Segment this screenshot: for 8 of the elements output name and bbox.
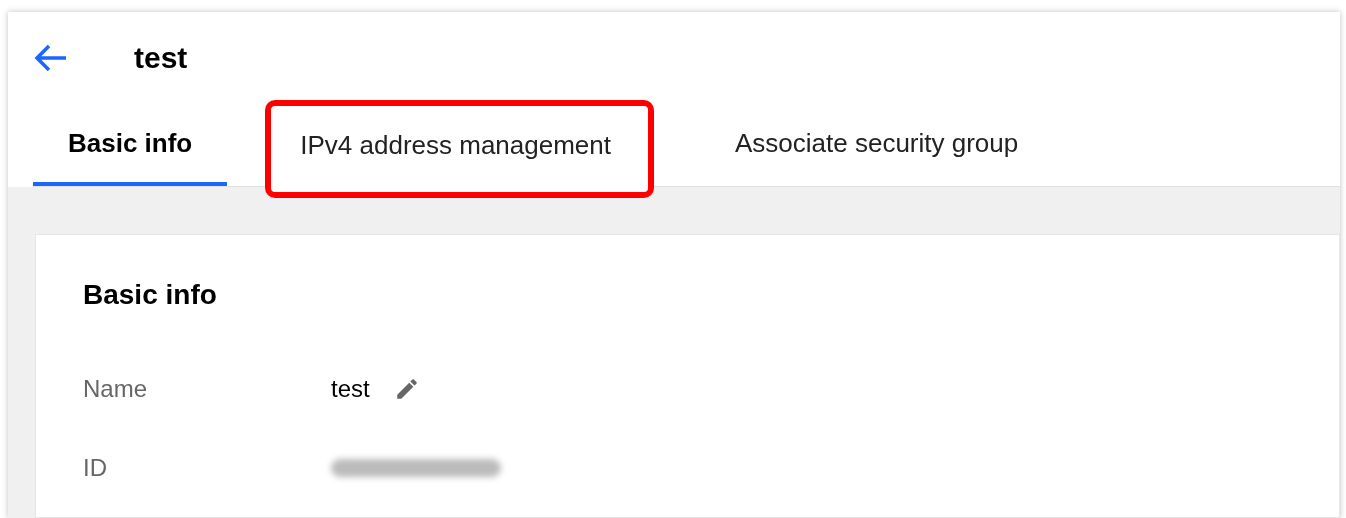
tab[interactable]: Associate security group: [700, 104, 1054, 186]
card-title: Basic info: [83, 279, 218, 311]
back-arrow-icon[interactable]: [34, 43, 68, 73]
field-value: test: [331, 374, 370, 403]
page-title: test: [134, 41, 188, 75]
tab[interactable]: IPv4 address management: [265, 100, 654, 198]
field-label: ID: [83, 453, 108, 482]
field-label: Name: [83, 374, 149, 403]
